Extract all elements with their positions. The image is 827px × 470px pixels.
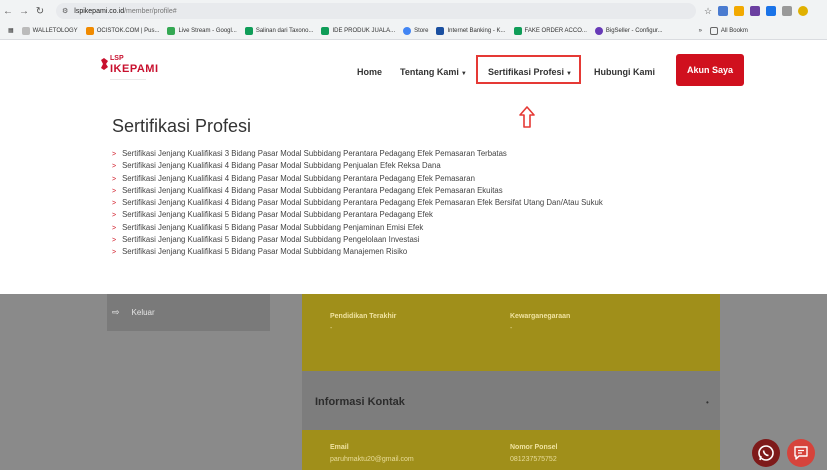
chevron-right-icon: > bbox=[112, 163, 117, 171]
site-header: LSP IKEPAMI ———————————— Home Tentang Ka… bbox=[0, 40, 827, 102]
chevron-right-icon: > bbox=[112, 237, 117, 245]
extension-icon[interactable] bbox=[718, 6, 729, 16]
chevron-right-icon: > bbox=[112, 212, 117, 220]
chat-icon bbox=[794, 446, 808, 460]
all-bookmarks[interactable]: All Bookm bbox=[709, 26, 748, 35]
dropdown-item[interactable]: > Sertifikasi Jenjang Kualifikasi 4 Bidan… bbox=[112, 160, 603, 172]
logout-icon: ⇨ bbox=[112, 307, 120, 317]
logo-name: IKEPAMI bbox=[110, 63, 159, 75]
annotation-up-arrow-icon bbox=[519, 106, 535, 128]
chevron-right-icon: > bbox=[112, 224, 117, 232]
address-bar[interactable]: ⚙ lspikepami.co.id/member/profile# bbox=[56, 3, 696, 19]
dropdown-item[interactable]: > Sertifikasi Jenjang Kualifikasi 4 Bidan… bbox=[112, 173, 603, 185]
profile-avatar[interactable] bbox=[798, 6, 809, 16]
expand-icon[interactable]: • bbox=[706, 398, 709, 407]
kewarganegaraan-label: Kewarganegaraan bbox=[510, 313, 571, 320]
star-icon[interactable]: ☆ bbox=[704, 6, 712, 16]
bookmark-item[interactable]: Salinan dari Taxono... bbox=[244, 26, 313, 35]
reload-icon[interactable]: ↻ bbox=[32, 6, 48, 17]
url-path: /member/profile# bbox=[124, 7, 177, 15]
logout-label: Keluar bbox=[131, 308, 155, 317]
dropdown-item[interactable]: > Sertifikasi Jenjang Kualifikasi 5 Bidan… bbox=[112, 209, 603, 221]
dropdown-item[interactable]: > Sertifikasi Jenjang Kualifikasi 5 Bidan… bbox=[112, 246, 603, 258]
back-icon[interactable]: ← bbox=[0, 6, 16, 17]
whatsapp-icon bbox=[758, 445, 774, 461]
chevron-down-icon: ▼ bbox=[566, 71, 572, 77]
kewarganegaraan-value: - bbox=[510, 325, 513, 332]
dropdown-title: Sertifikasi Profesi bbox=[112, 116, 252, 136]
pendidikan-value: - bbox=[330, 325, 333, 332]
chevron-right-icon: > bbox=[112, 200, 117, 208]
url-host: lspikepami.co.id bbox=[74, 7, 125, 15]
bookmark-item[interactable]: Live Stream - Googl... bbox=[167, 26, 237, 35]
site-info-icon[interactable]: ⚙ bbox=[62, 7, 68, 15]
bookmark-item[interactable]: OCISTOK.COM | Pus... bbox=[85, 26, 159, 35]
chevron-right-icon: > bbox=[112, 187, 117, 195]
apps-icon[interactable]: ▦ bbox=[8, 27, 14, 34]
browser-toolbar: ← → ↻ ⚙ lspikepami.co.id/member/profile#… bbox=[0, 0, 827, 22]
bookmark-item[interactable]: FAKE ORDER ACCO... bbox=[513, 26, 587, 35]
logo-lsp: LSP bbox=[110, 55, 124, 62]
dropdown-list: > Sertifikasi Jenjang Kualifikasi 3 Bidan… bbox=[112, 148, 603, 259]
logo-mark-icon bbox=[101, 58, 108, 70]
sertifikasi-dropdown: Sertifikasi Profesi > Sertifikasi Jenjang… bbox=[0, 102, 827, 294]
personal-info-card bbox=[302, 294, 720, 371]
dropdown-item[interactable]: > Sertifikasi Jenjang Kualifikasi 5 Bidan… bbox=[112, 234, 603, 246]
nav-hubungi-kami[interactable]: Hubungi Kami bbox=[594, 67, 655, 77]
extension-icon[interactable] bbox=[734, 6, 745, 16]
chevron-right-icon: > bbox=[112, 249, 117, 257]
extension-icon[interactable] bbox=[766, 6, 777, 16]
chevron-down-icon: ▼ bbox=[460, 71, 467, 77]
puzzle-icon[interactable] bbox=[782, 6, 793, 16]
logout-link[interactable]: ⇨ Keluar bbox=[112, 307, 155, 318]
bookmark-item[interactable]: Store bbox=[403, 26, 428, 35]
bookmarks-overflow-icon[interactable]: » bbox=[699, 28, 702, 34]
whatsapp-button[interactable] bbox=[752, 439, 780, 467]
phone-value: 081237575752 bbox=[510, 456, 557, 463]
extensions: ☆ bbox=[704, 6, 809, 16]
nav-home[interactable]: Home bbox=[357, 67, 382, 77]
bookmark-item[interactable]: WALLETOLOGY bbox=[21, 26, 78, 35]
chevron-right-icon: > bbox=[112, 151, 117, 158]
extension-icon[interactable] bbox=[750, 6, 761, 16]
email-label: Email bbox=[330, 444, 349, 451]
email-value: paruhmaktu20@gmail.com bbox=[330, 456, 414, 463]
bookmark-item[interactable]: BigSeller - Configur... bbox=[594, 26, 663, 35]
nav-sertifikasi-profesi[interactable]: Sertifikasi Profesi ▼ bbox=[488, 67, 572, 77]
dropdown-item[interactable]: > Sertifikasi Jenjang Kualifikasi 4 Bidan… bbox=[112, 185, 603, 197]
akun-saya-button[interactable]: Akun Saya bbox=[676, 54, 744, 86]
dropdown-item[interactable]: > Sertifikasi Jenjang Kualifikasi 5 Bidan… bbox=[112, 222, 603, 234]
kontak-heading: Informasi Kontak bbox=[315, 396, 405, 408]
nav-tentang-kami[interactable]: Tentang Kami ▼ bbox=[400, 67, 467, 77]
bookmark-item[interactable]: Internet Banking - K... bbox=[436, 26, 506, 35]
phone-label: Nomor Ponsel bbox=[510, 444, 558, 451]
chat-button[interactable] bbox=[787, 439, 815, 467]
bookmarks-bar: ▦ WALLETOLOGY OCISTOK.COM | Pus... Live … bbox=[0, 22, 827, 40]
forward-icon[interactable]: → bbox=[16, 6, 32, 17]
site-logo[interactable]: LSP IKEPAMI ———————————— bbox=[100, 53, 180, 89]
pendidikan-label: Pendidikan Terakhir bbox=[330, 313, 397, 320]
bookmark-item[interactable]: IDE PRODUK JUALA... bbox=[321, 26, 395, 35]
dropdown-item[interactable]: > Sertifikasi Jenjang Kualifikasi 3 Bidan… bbox=[112, 148, 603, 160]
dropdown-item[interactable]: > Sertifikasi Jenjang Kualifikasi 4 Bidan… bbox=[112, 197, 603, 209]
chevron-right-icon: > bbox=[112, 175, 117, 183]
logo-tagline-decoration: ———————————— bbox=[110, 77, 146, 81]
